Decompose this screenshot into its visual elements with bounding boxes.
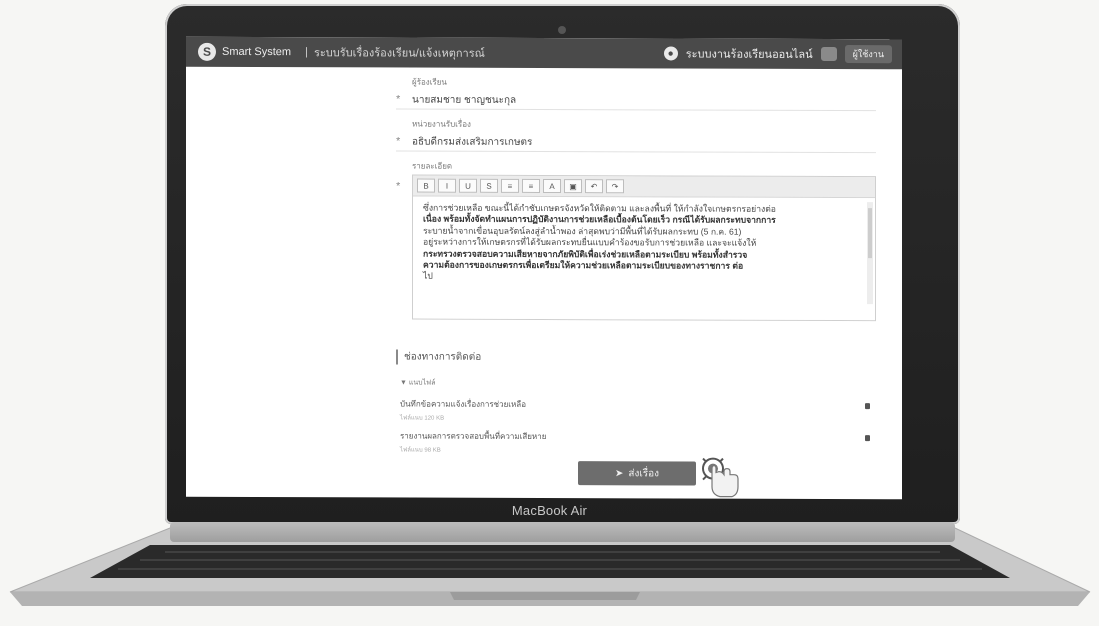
laptop-screen: S Smart System | ระบบรับเรื่องร้องเรียน/… — [186, 36, 902, 500]
send-icon: ➤ — [614, 467, 624, 479]
required-marker: * — [396, 93, 401, 106]
attachment-meta: ไฟล์แนบ 120 KB — [400, 415, 445, 422]
italic-button[interactable]: I — [438, 178, 456, 193]
attachment-name[interactable]: บันทึกข้อความแจ้งเรื่องการช่วยเหลือ — [400, 397, 865, 412]
field-complainant: ผู้ร้องเรียน * นายสมชาย ชาญชนะกุล — [396, 75, 876, 112]
lock-icon[interactable] — [865, 435, 870, 442]
header-status-text[interactable]: ระบบงานร้องเรียนออนไลน์ — [686, 44, 813, 62]
attachment-item[interactable]: บันทึกข้อความแจ้งเรื่องการช่วยเหลือ ไฟล์… — [400, 397, 870, 424]
complaint-form: ผู้ร้องเรียน * นายสมชาย ชาญชนะกุล หน่วยง… — [396, 75, 876, 322]
app-logo-icon[interactable]: S — [198, 42, 216, 61]
breadcrumb[interactable]: ระบบรับเรื่องร้องเรียน/แจ้งเหตุการณ์ — [314, 43, 485, 62]
editor-content[interactable]: ซึ่งการช่วยเหลือ ขณะนี้ได้กำชับเกษตรจังห… — [413, 196, 875, 321]
number-list-button[interactable]: ≡ — [522, 178, 540, 193]
attachment-meta: ไฟล์แนบ 98 KB — [400, 447, 441, 454]
complainant-input[interactable]: นายสมชาย ชาญชนะกุล — [412, 92, 516, 107]
attachment-group-toggle[interactable]: ▼ แนบไฟล์ — [400, 377, 435, 388]
header-right: ● ระบบงานร้องเรียนออนไลน์ ผู้ใช้งาน — [663, 44, 892, 64]
submit-button[interactable]: ➤ ส่งเรื่อง — [578, 461, 696, 486]
attachment-item[interactable]: รายงานผลการตรวจสอบพื้นที่ความเสียหาย ไฟล… — [400, 429, 870, 456]
bullet-list-button[interactable]: ≡ — [501, 178, 519, 193]
strike-button[interactable]: S — [480, 178, 498, 193]
field-row[interactable]: * นายสมชาย ชาญชนะกุล — [396, 90, 876, 112]
app-header: S Smart System | ระบบรับเรื่องร้องเรียน/… — [186, 36, 902, 70]
editor-scrollbar[interactable] — [867, 202, 873, 305]
underline-button[interactable]: U — [459, 178, 477, 193]
attachment-name[interactable]: รายงานผลการตรวจสอบพื้นที่ความเสียหาย — [400, 429, 865, 444]
header-separator: | — [305, 46, 308, 59]
agency-input[interactable]: อธิบดีกรมส่งเสริมการเกษตร — [412, 134, 532, 149]
editor-toolbar: B I U S ≡ ≡ A ▣ ↶ ↷ — [413, 175, 875, 199]
laptop-photo: S Smart System | ระบบรับเรื่องร้องเรียน/… — [0, 0, 1099, 626]
notification-icon[interactable]: ● — [663, 46, 678, 61]
undo-button[interactable]: ↶ — [585, 179, 603, 194]
laptop-brand-label: MacBook Air — [511, 503, 588, 518]
submit-label: ส่งเรื่อง — [628, 467, 660, 479]
redo-button[interactable]: ↷ — [606, 179, 624, 194]
user-avatar-icon[interactable] — [820, 46, 837, 62]
field-row[interactable]: * อธิบดีกรมส่งเสริมการเกษตร — [396, 132, 876, 154]
lock-icon[interactable] — [865, 403, 870, 410]
required-marker: * — [396, 180, 401, 193]
field-label: หน่วยงานรับเรื่อง — [412, 119, 471, 129]
camera-dot — [558, 26, 566, 34]
section-title: ช่องทางการติดต่อ — [396, 349, 482, 365]
user-menu-button[interactable]: ผู้ใช้งาน — [844, 45, 892, 64]
editor-line: ไป — [423, 271, 433, 282]
font-color-button[interactable]: A — [543, 178, 561, 194]
required-marker: * — [396, 135, 401, 148]
rich-text-editor[interactable]: B I U S ≡ ≡ A ▣ ↶ ↷ ซึ่งการช่วยเหลือ ขณะ… — [412, 174, 876, 322]
insert-image-button[interactable]: ▣ — [564, 179, 582, 194]
hand-pointer-icon — [702, 457, 739, 498]
laptop-hinge — [170, 522, 955, 542]
detail-label: รายละเอียด — [412, 161, 453, 171]
field-agency: หน่วยงานรับเรื่อง * อธิบดีกรมส่งเสริมการ… — [396, 117, 876, 154]
bold-button[interactable]: B — [417, 178, 435, 193]
editor-line: ความต้องการของเกษตรกรเพื่อเตรียมให้ความช… — [423, 259, 744, 271]
app-name[interactable]: Smart System — [222, 46, 291, 58]
field-label: ผู้ร้องเรียน — [412, 77, 447, 87]
